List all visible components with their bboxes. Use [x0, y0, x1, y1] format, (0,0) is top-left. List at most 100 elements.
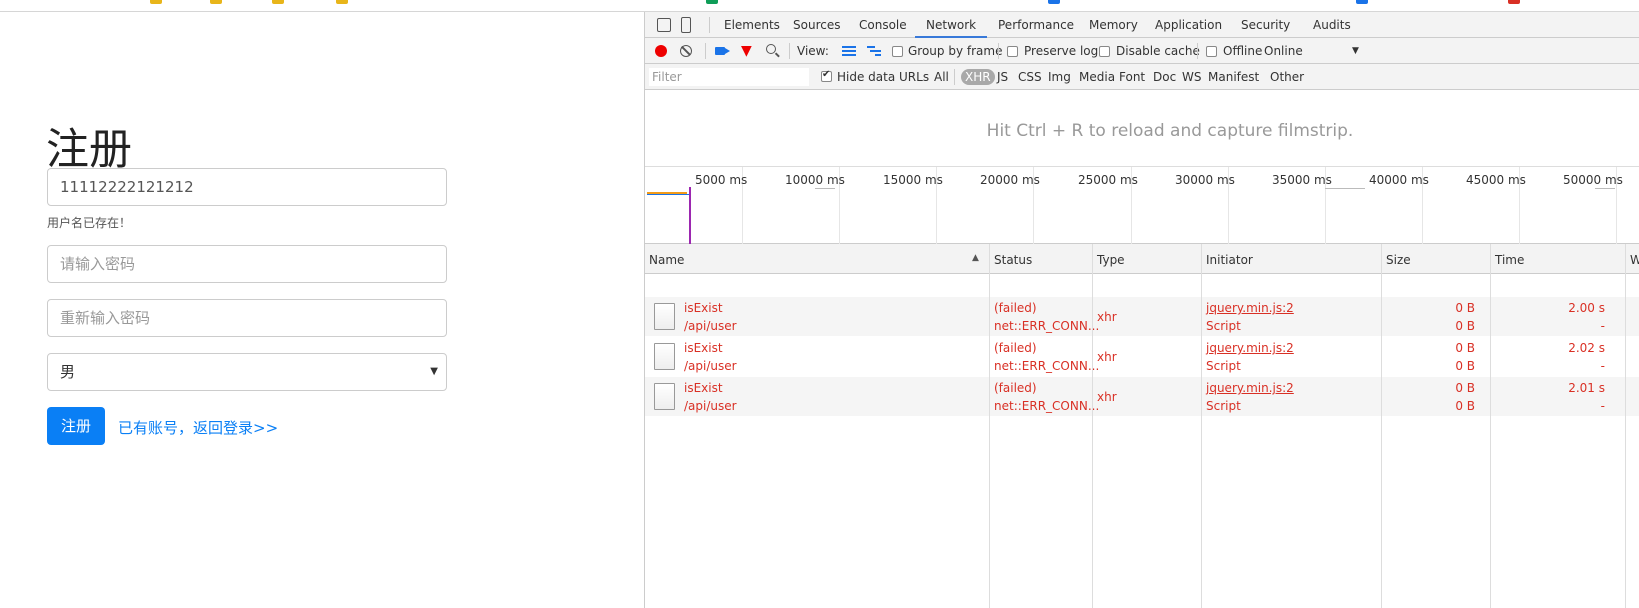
request-initiator-type: Script — [1206, 399, 1241, 413]
disable-cache-checkbox[interactable] — [1099, 46, 1110, 57]
disable-cache-label: Disable cache — [1116, 44, 1200, 58]
request-status-detail: net::ERR_CONN... — [994, 359, 1100, 373]
col-type[interactable]: Type — [1097, 253, 1125, 267]
request-status: (failed) — [994, 381, 1037, 395]
inspect-element-icon[interactable] — [657, 18, 671, 32]
request-status-detail: net::ERR_CONN... — [994, 319, 1100, 333]
filter-input[interactable]: Filter — [649, 68, 809, 86]
offline-checkbox[interactable] — [1206, 46, 1217, 57]
filmstrip-area: Hit Ctrl + R to reload and capture films… — [645, 90, 1639, 167]
group-by-frame-checkbox[interactable] — [892, 46, 903, 57]
tab-security[interactable]: Security — [1241, 18, 1290, 32]
col-waterfall[interactable]: W — [1630, 253, 1639, 267]
request-initiator-link[interactable]: jquery.min.js:2 — [1206, 301, 1294, 315]
request-latency: - — [1600, 359, 1605, 373]
tab-memory[interactable]: Memory — [1089, 18, 1138, 32]
column-divider[interactable] — [1490, 244, 1491, 608]
col-initiator[interactable]: Initiator — [1206, 253, 1253, 267]
tab-application[interactable]: Application — [1155, 18, 1222, 32]
request-type: xhr — [1097, 390, 1117, 404]
username-error-hint: 用户名已存在！ — [47, 216, 132, 230]
filter-icon[interactable]: ▼ — [741, 44, 752, 58]
column-divider[interactable] — [1625, 244, 1626, 608]
request-status: (failed) — [994, 341, 1037, 355]
device-toolbar-icon[interactable] — [681, 17, 691, 33]
overview-bar-blue — [647, 194, 689, 195]
column-divider[interactable] — [1201, 244, 1202, 608]
filter-doc[interactable]: Doc — [1153, 70, 1176, 84]
search-icon[interactable] — [766, 44, 776, 54]
tick-label: 10000 ms — [785, 173, 845, 187]
filter-css[interactable]: CSS — [1018, 70, 1042, 84]
username-field[interactable]: 11112222121212 — [47, 168, 447, 206]
capture-screenshots-icon[interactable] — [715, 47, 730, 55]
large-rows-icon[interactable] — [842, 46, 856, 56]
col-time[interactable]: Time — [1495, 253, 1524, 267]
filter-media[interactable]: Media — [1079, 70, 1115, 84]
devtools-panel: Elements Sources Console Network Perform… — [644, 12, 1639, 608]
preserve-log-checkbox[interactable] — [1007, 46, 1018, 57]
filter-img[interactable]: Img — [1048, 70, 1071, 84]
preserve-log-label: Preserve log — [1024, 44, 1099, 58]
tab-console[interactable]: Console — [859, 18, 907, 32]
clear-icon[interactable] — [680, 45, 692, 57]
register-button[interactable]: 注册 — [47, 407, 105, 445]
timeline-overview[interactable]: 5000 ms 10000 ms 15000 ms 20000 ms 25000… — [645, 167, 1639, 244]
request-time: 2.01 s — [1568, 381, 1605, 395]
filter-ws[interactable]: WS — [1182, 70, 1201, 84]
request-initiator-link[interactable]: jquery.min.js:2 — [1206, 341, 1294, 355]
filter-all[interactable]: All — [934, 70, 949, 84]
file-icon — [654, 343, 675, 370]
filmstrip-message: Hit Ctrl + R to reload and capture films… — [986, 121, 1354, 141]
back-to-login-link[interactable]: 已有账号，返回登录>> — [118, 417, 278, 438]
filter-other[interactable]: Other — [1270, 70, 1304, 84]
tab-sources[interactable]: Sources — [793, 18, 840, 32]
request-path: /api/user — [684, 359, 737, 373]
tick-label: 35000 ms — [1272, 173, 1332, 187]
tick-label: 40000 ms — [1369, 173, 1429, 187]
tick-label: 15000 ms — [883, 173, 943, 187]
request-size: 0 B — [1455, 341, 1475, 355]
tab-performance[interactable]: Performance — [998, 18, 1074, 32]
gender-select[interactable]: 男 ▼ — [47, 353, 447, 391]
filter-manifest[interactable]: Manifest — [1208, 70, 1259, 84]
gender-select-value: 男 — [60, 363, 76, 381]
hide-data-urls-checkbox[interactable] — [821, 69, 832, 82]
tab-audits[interactable]: Audits — [1313, 18, 1351, 32]
tick-label: 25000 ms — [1078, 173, 1138, 187]
request-latency: - — [1600, 399, 1605, 413]
password-field[interactable]: 请输入密码 — [47, 245, 447, 283]
col-name[interactable]: Name — [649, 253, 684, 267]
waterfall-view-icon[interactable] — [867, 46, 881, 56]
filter-xhr[interactable]: XHR — [961, 69, 995, 85]
view-label: View: — [797, 44, 829, 58]
request-size: 0 B — [1455, 381, 1475, 395]
request-time: 2.02 s — [1568, 341, 1605, 355]
file-icon — [654, 383, 675, 410]
request-time: 2.00 s — [1568, 301, 1605, 315]
column-divider[interactable] — [1092, 244, 1093, 608]
request-name: isExist — [684, 381, 723, 395]
bookmarks-bar — [0, 0, 1639, 12]
filter-bar: Filter Hide data URLs All XHR JS CSS Img… — [645, 64, 1639, 90]
tab-elements[interactable]: Elements — [724, 18, 780, 32]
request-size-resource: 0 B — [1455, 399, 1475, 413]
request-initiator-link[interactable]: jquery.min.js:2 — [1206, 381, 1294, 395]
chevron-down-icon: ▼ — [430, 366, 438, 377]
column-divider[interactable] — [989, 244, 990, 608]
throttling-select[interactable]: Online — [1264, 44, 1303, 58]
col-status[interactable]: Status — [994, 253, 1032, 267]
filter-js[interactable]: JS — [997, 70, 1008, 84]
column-divider[interactable] — [1381, 244, 1382, 608]
request-latency: - — [1600, 319, 1605, 333]
dom-content-loaded-marker — [689, 187, 691, 244]
record-icon[interactable] — [655, 45, 667, 57]
tab-network[interactable]: Network — [926, 18, 976, 32]
request-size-resource: 0 B — [1455, 359, 1475, 373]
throttling-chevron-icon[interactable]: ▼ — [1352, 46, 1359, 56]
filter-font[interactable]: Font — [1119, 70, 1145, 84]
request-name: isExist — [684, 341, 723, 355]
file-icon — [654, 303, 675, 330]
confirm-password-field[interactable]: 重新输入密码 — [47, 299, 447, 337]
col-size[interactable]: Size — [1386, 253, 1411, 267]
